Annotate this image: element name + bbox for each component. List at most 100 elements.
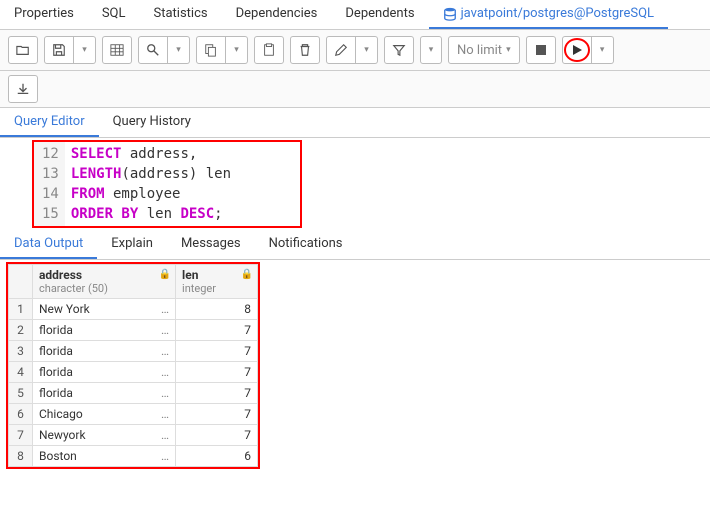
row-number[interactable]: 6 [9,404,33,425]
copy-button[interactable] [196,36,226,64]
code-line: LENGTH(address) len [71,164,231,184]
grid-icon [110,43,124,57]
table-row[interactable]: 5florida…7 [9,383,258,404]
stop-button[interactable] [526,36,556,64]
top-tabs: Properties SQL Statistics Dependencies D… [0,0,710,30]
database-icon [443,7,457,21]
table-row[interactable]: 2florida…7 [9,320,258,341]
filter-icon [392,43,406,57]
code-line: SELECT address, [71,144,231,164]
paste-button[interactable] [254,36,284,64]
filter-button[interactable] [384,36,414,64]
editor-tabs: Query Editor Query History [0,108,710,138]
col-type: character (50) [39,282,169,295]
col-header-len[interactable]: 🔒 len integer [176,265,258,299]
copy-dropdown[interactable]: ▾ [226,36,248,64]
ellipsis-icon: … [161,344,169,358]
row-header-corner[interactable] [9,265,33,299]
lock-icon: 🔒 [159,269,171,280]
table-row[interactable]: 4florida…7 [9,362,258,383]
tab-dependencies[interactable]: Dependencies [222,0,332,29]
tab-connection[interactable]: javatpoint/postgres@PostgreSQL [429,0,668,29]
cell-address[interactable]: florida… [33,383,176,404]
edit-dropdown[interactable]: ▾ [356,36,378,64]
row-number[interactable]: 2 [9,320,33,341]
cell-address[interactable]: New York… [33,299,176,320]
cell-len[interactable]: 8 [176,299,258,320]
search-button[interactable] [138,36,168,64]
play-icon [570,43,584,57]
ellipsis-icon: … [161,428,169,442]
row-number[interactable]: 3 [9,341,33,362]
cell-len[interactable]: 7 [176,404,258,425]
tab-explain[interactable]: Explain [97,230,167,259]
result-grid: 🔒 address character (50) 🔒 len integer 1… [6,262,260,469]
lock-icon: 🔒 [241,269,253,280]
chevron-down-icon: ▾ [429,45,434,55]
delete-button[interactable] [290,36,320,64]
chevron-down-icon: ▾ [82,45,87,55]
result-tabs: Data Output Explain Messages Notificatio… [0,230,710,260]
cell-address[interactable]: florida… [33,362,176,383]
row-number[interactable]: 4 [9,362,33,383]
chevron-down-icon: ▾ [176,45,181,55]
sql-editor[interactable]: 12 13 14 15 SELECT address, LENGTH(addre… [32,140,302,228]
line-number: 15 [42,204,59,224]
table-row[interactable]: 1New York…8 [9,299,258,320]
tab-sql[interactable]: SQL [88,0,140,29]
pencil-icon [334,43,348,57]
cell-address[interactable]: florida… [33,320,176,341]
tab-properties[interactable]: Properties [0,0,88,29]
table-row[interactable]: 6Chicago…7 [9,404,258,425]
editor-code[interactable]: SELECT address, LENGTH(address) len FROM… [65,142,237,226]
toolbar: ▾ ▾ ▾ ▾ ▾ No limit ▾ ▾ [0,30,710,71]
table-row[interactable]: 3florida…7 [9,341,258,362]
open-file-button[interactable] [8,36,38,64]
row-number[interactable]: 8 [9,446,33,467]
search-dropdown[interactable]: ▾ [168,36,190,64]
save-button[interactable] [44,36,74,64]
tab-messages[interactable]: Messages [167,230,255,259]
cell-len[interactable]: 7 [176,341,258,362]
cell-len[interactable]: 7 [176,362,258,383]
cell-len[interactable]: 6 [176,446,258,467]
chevron-down-icon: ▾ [506,45,511,55]
copy-icon [204,43,218,57]
tab-statistics[interactable]: Statistics [140,0,222,29]
row-number[interactable]: 5 [9,383,33,404]
row-number[interactable]: 1 [9,299,33,320]
execute-button[interactable] [562,36,592,64]
execute-dropdown[interactable]: ▾ [592,36,614,64]
col-type: integer [182,282,251,295]
cell-len[interactable]: 7 [176,383,258,404]
download-button[interactable] [8,75,38,103]
search-icon [146,43,160,57]
chevron-down-icon: ▾ [234,45,239,55]
tab-data-output[interactable]: Data Output [0,230,97,259]
save-dropdown[interactable]: ▾ [74,36,96,64]
data-table[interactable]: 🔒 address character (50) 🔒 len integer 1… [8,264,258,467]
tab-query-editor[interactable]: Query Editor [0,108,99,137]
limit-label: No limit [457,43,502,58]
tab-query-history[interactable]: Query History [99,108,205,137]
tab-notifications[interactable]: Notifications [255,230,357,259]
filter-dropdown[interactable]: ▾ [420,36,442,64]
download-icon [16,82,30,96]
tab-dependents[interactable]: Dependents [331,0,428,29]
cell-address[interactable]: florida… [33,341,176,362]
cell-len[interactable]: 7 [176,320,258,341]
row-number[interactable]: 7 [9,425,33,446]
limit-select[interactable]: No limit ▾ [448,36,520,64]
cell-len[interactable]: 7 [176,425,258,446]
table-row[interactable]: 8Boston…6 [9,446,258,467]
table-row[interactable]: 7Newyork…7 [9,425,258,446]
edit-button[interactable] [326,36,356,64]
cell-address[interactable]: Chicago… [33,404,176,425]
editor-gutter: 12 13 14 15 [34,142,65,226]
cell-address[interactable]: Newyork… [33,425,176,446]
cell-address[interactable]: Boston… [33,446,176,467]
line-number: 12 [42,144,59,164]
col-header-address[interactable]: 🔒 address character (50) [33,265,176,299]
folder-open-icon [16,43,30,57]
find-replace-button[interactable] [102,36,132,64]
